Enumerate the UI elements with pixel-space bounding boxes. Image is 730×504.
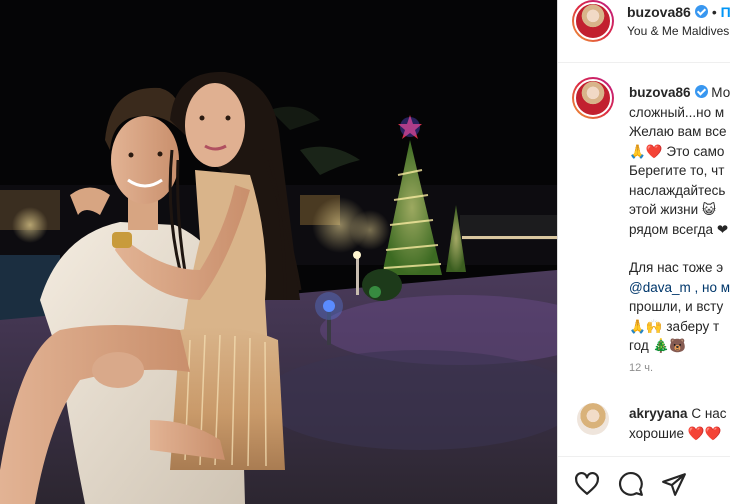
caption-line: Для нас тоже э [629, 260, 724, 275]
author-avatar[interactable] [572, 0, 614, 42]
author-username-row: buzova86 • П [627, 4, 730, 20]
author-username[interactable]: buzova86 [627, 4, 691, 20]
caption-line: 🙏❤️ Это само [629, 143, 725, 159]
caption-mention-line[interactable]: @dava_m , но м [629, 278, 730, 298]
post-caption: buzova86 Мо сложный...но м Желаю вам все… [629, 83, 730, 356]
caption-username[interactable]: buzova86 [629, 85, 691, 100]
caption-line: сложный...но м [629, 104, 725, 120]
commenter-username[interactable]: akryyana [629, 406, 688, 421]
photo-scene [0, 0, 557, 504]
location-link[interactable]: You & Me Maldives [627, 24, 729, 38]
follow-button[interactable]: П [721, 4, 730, 20]
action-bar [558, 456, 730, 504]
caption-line: этой жизни 😺 [629, 202, 717, 217]
caption-spacer [629, 239, 730, 258]
caption-line: Желаю вам все [629, 124, 727, 139]
post-sidebar: buzova86 • П You & Me Maldives buzova86 М… [557, 0, 730, 504]
share-icon[interactable] [661, 471, 687, 497]
comment-icon[interactable] [618, 471, 644, 497]
post-header: buzova86 • П You & Me Maldives [558, 0, 730, 63]
comment-text: С нас [691, 406, 727, 421]
commenter-avatar[interactable] [577, 403, 609, 435]
post-timestamp[interactable]: 12 ч. [629, 362, 653, 374]
post-photo[interactable] [0, 0, 557, 504]
comment: akryyana С нас хорошие ❤️❤️ [629, 404, 727, 443]
caption-line: Берегите то, чт [629, 163, 725, 178]
caption-line: Мо [711, 85, 730, 100]
caption-line: наслаждайтесь [629, 182, 726, 198]
verified-icon [694, 85, 708, 98]
caption-author-avatar[interactable] [572, 77, 614, 119]
heart-icon[interactable] [574, 471, 600, 497]
separator-dot: • [711, 4, 717, 20]
caption-line: 🙏🙌 заберу т [629, 318, 720, 334]
caption-line: год 🎄🐻 [629, 338, 687, 353]
verified-icon [694, 5, 708, 18]
comment-text-2: хорошие ❤️❤️ [629, 425, 722, 441]
caption-line: рядом всегда ❤ [629, 221, 729, 237]
caption-line: прошли, и всту [629, 299, 724, 314]
